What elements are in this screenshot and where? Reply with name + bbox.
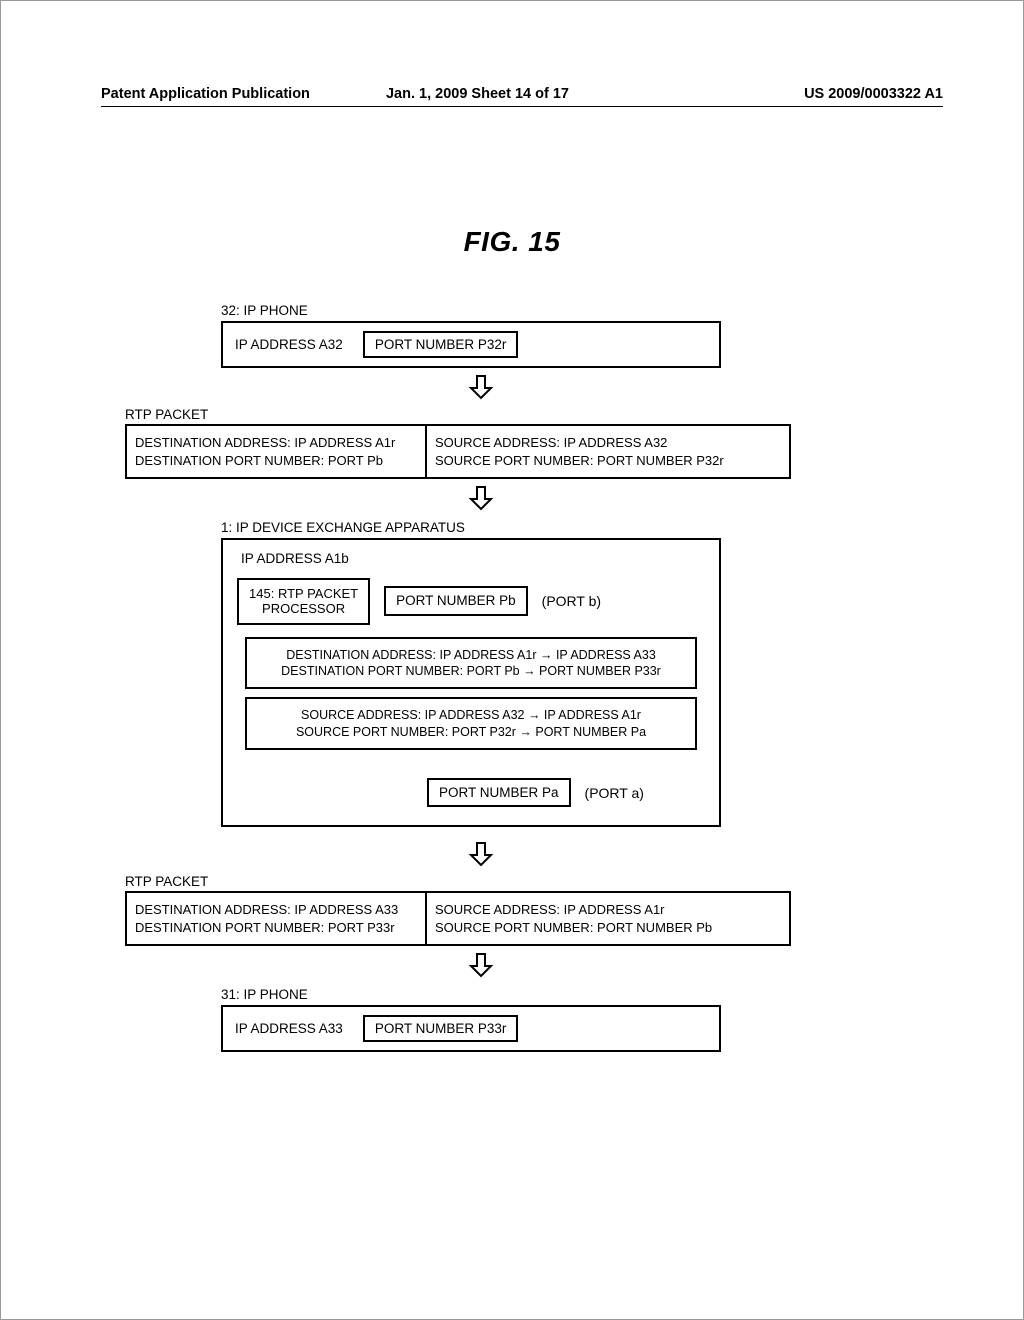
rtp1-dest-addr: DESTINATION ADDRESS: IP ADDRESS A1r bbox=[135, 434, 417, 452]
rtp1-src-addr: SOURCE ADDRESS: IP ADDRESS A32 bbox=[435, 434, 781, 452]
header-publication: Patent Application Publication bbox=[101, 86, 386, 102]
rtp-packet-2-box: DESTINATION ADDRESS: IP ADDRESS A33 DEST… bbox=[125, 891, 791, 946]
rtp2-src-addr: SOURCE ADDRESS: IP ADDRESS A1r bbox=[435, 901, 781, 919]
apparatus-box: IP ADDRESS A1b 145: RTP PACKET PROCESSOR… bbox=[221, 538, 721, 827]
rtp2-src-port: SOURCE PORT NUMBER: PORT NUMBER Pb bbox=[435, 919, 781, 937]
ip-phone-31-label: 31: IP PHONE bbox=[221, 987, 791, 1002]
figure-title: FIG. 15 bbox=[1, 226, 1023, 258]
apparatus-addr: IP ADDRESS A1b bbox=[237, 550, 705, 568]
apparatus-port-b: PORT NUMBER Pb bbox=[384, 586, 528, 616]
flow-arrow-icon bbox=[171, 952, 791, 981]
rtp1-src-port: SOURCE PORT NUMBER: PORT NUMBER P32r bbox=[435, 452, 781, 470]
apparatus-port-a-paren: (PORT a) bbox=[585, 784, 644, 802]
ip-phone-32-port: PORT NUMBER P32r bbox=[363, 331, 519, 358]
figure-diagram: 32: IP PHONE IP ADDRESS A32 PORT NUMBER … bbox=[171, 303, 791, 1052]
rtp1-dest-port: DESTINATION PORT NUMBER: PORT Pb bbox=[135, 452, 417, 470]
processor-l1: RTP PACKET bbox=[278, 586, 358, 601]
ip-phone-31-box: IP ADDRESS A33 PORT NUMBER P33r bbox=[221, 1005, 721, 1052]
rtp-processor-box: 145: RTP PACKET PROCESSOR bbox=[237, 578, 370, 625]
header-date-sheet: Jan. 1, 2009 Sheet 14 of 17 bbox=[386, 86, 645, 102]
txn1-l1: DESTINATION ADDRESS: IP ADDRESS A1r → IP… bbox=[259, 647, 683, 663]
flow-arrow-icon bbox=[171, 374, 791, 403]
flow-arrow-icon bbox=[171, 485, 791, 514]
txn2-l2: SOURCE PORT NUMBER: PORT P32r → PORT NUM… bbox=[259, 724, 683, 740]
processor-l2: PROCESSOR bbox=[262, 601, 345, 616]
rtp2-dest-port: DESTINATION PORT NUMBER: PORT P33r bbox=[135, 919, 417, 937]
txn1-l2: DESTINATION PORT NUMBER: PORT Pb → PORT … bbox=[259, 663, 683, 679]
ip-phone-32-addr: IP ADDRESS A32 bbox=[235, 337, 343, 352]
ip-phone-31-port: PORT NUMBER P33r bbox=[363, 1015, 519, 1042]
apparatus-port-a: PORT NUMBER Pa bbox=[427, 778, 571, 808]
txn2-l1: SOURCE ADDRESS: IP ADDRESS A32 → IP ADDR… bbox=[259, 707, 683, 723]
ip-phone-31-addr: IP ADDRESS A33 bbox=[235, 1021, 343, 1036]
apparatus-port-b-paren: (PORT b) bbox=[542, 592, 601, 610]
apparatus-label: 1: IP DEVICE EXCHANGE APPARATUS bbox=[221, 520, 791, 535]
processor-num: 145: bbox=[249, 586, 274, 601]
header-pub-number: US 2009/0003322 A1 bbox=[645, 86, 943, 102]
page-header: Patent Application Publication Jan. 1, 2… bbox=[101, 86, 943, 107]
rtp-packet-1-box: DESTINATION ADDRESS: IP ADDRESS A1r DEST… bbox=[125, 424, 791, 479]
apparatus-txn1: DESTINATION ADDRESS: IP ADDRESS A1r → IP… bbox=[245, 637, 697, 690]
apparatus-txn2: SOURCE ADDRESS: IP ADDRESS A32 → IP ADDR… bbox=[245, 697, 697, 750]
rtp2-dest-addr: DESTINATION ADDRESS: IP ADDRESS A33 bbox=[135, 901, 417, 919]
rtp-packet-2-label: RTP PACKET bbox=[125, 874, 791, 889]
ip-phone-32-box: IP ADDRESS A32 PORT NUMBER P32r bbox=[221, 321, 721, 368]
rtp-packet-1-label: RTP PACKET bbox=[125, 407, 791, 422]
flow-arrow-icon bbox=[171, 841, 791, 870]
ip-phone-32-label: 32: IP PHONE bbox=[221, 303, 791, 318]
